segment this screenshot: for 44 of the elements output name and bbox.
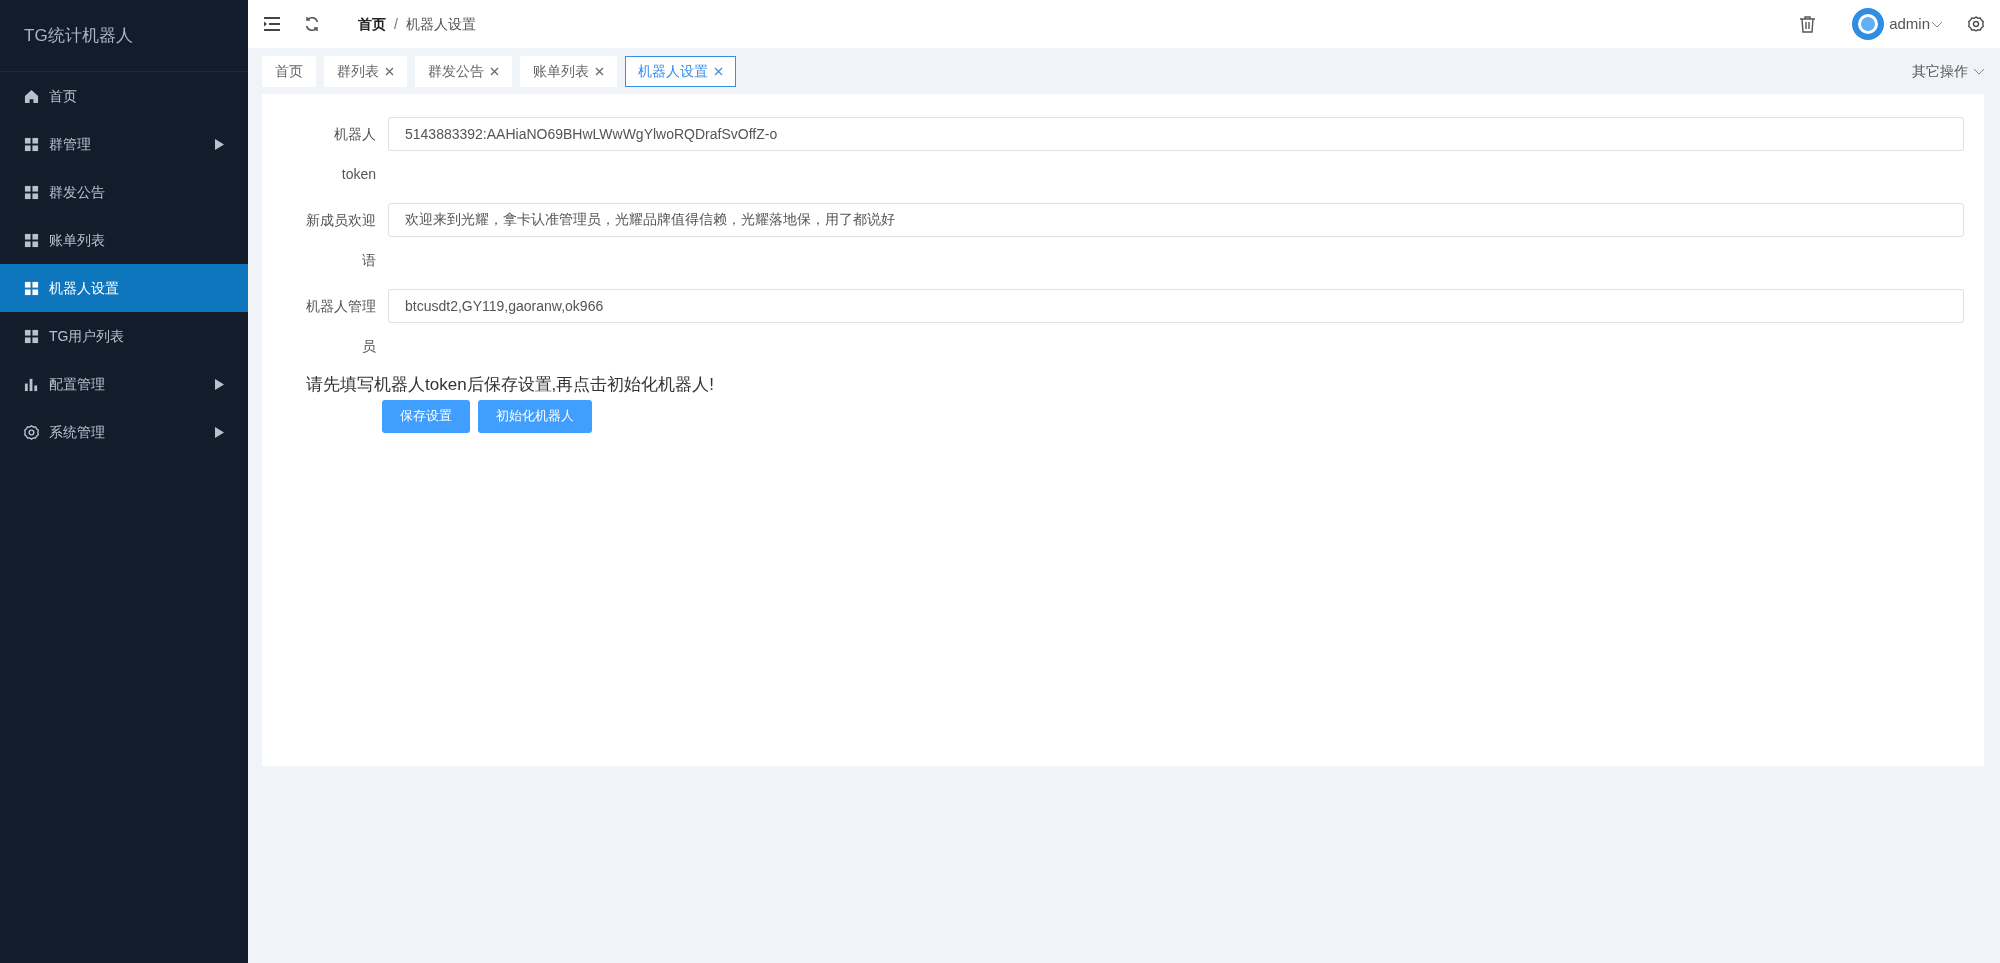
sidebar-item[interactable]: 群发公告 xyxy=(0,168,248,216)
sidebar-item[interactable]: 系统管理 xyxy=(0,408,248,456)
sidebar-item[interactable]: 机器人设置 xyxy=(0,264,248,312)
grid-icon xyxy=(24,328,39,344)
bar-chart-icon xyxy=(24,376,39,392)
settings-icon xyxy=(24,424,39,440)
page-tab[interactable]: 机器人设置 xyxy=(625,55,736,87)
page-tab[interactable]: 首页 xyxy=(262,55,316,87)
field-label: 机器人管理员 xyxy=(305,297,377,356)
settings-icon[interactable] xyxy=(1968,16,1984,32)
close-icon[interactable] xyxy=(385,66,394,76)
close-icon[interactable] xyxy=(714,66,723,76)
page-tab[interactable]: 账单列表 xyxy=(520,55,617,87)
chevron-down-icon xyxy=(1974,68,1984,75)
page-tab[interactable]: 群发公告 xyxy=(415,55,512,87)
breadcrumb-separator: / xyxy=(394,14,398,34)
trash-icon[interactable] xyxy=(1800,15,1816,33)
chevron-down-icon xyxy=(1932,21,1942,28)
grid-icon xyxy=(24,280,39,296)
sidebar-item[interactable]: TG用户列表 xyxy=(0,312,248,360)
breadcrumb-current: 机器人设置 xyxy=(405,14,476,34)
close-icon[interactable] xyxy=(490,66,499,76)
notice-text: 请先填写机器人token后保存设置,再点击初始化机器人! xyxy=(305,374,716,396)
grid-icon xyxy=(24,136,39,152)
user-menu[interactable]: admin xyxy=(1889,12,1942,36)
home-icon xyxy=(24,88,39,104)
input-field[interactable]: 欢迎来到光耀，拿卡认准管理员，光耀品牌值得信赖，光耀落地保，用了都说好 xyxy=(388,203,1964,237)
grid-icon xyxy=(24,184,39,200)
avatar-icon xyxy=(1851,7,1886,41)
more-actions-dropdown[interactable]: 其它操作 xyxy=(1912,60,1984,82)
menu-icon[interactable] xyxy=(264,17,280,31)
input-field[interactable]: btcusdt2,GY119,gaoranw,ok966 xyxy=(388,289,1964,323)
sidebar-item[interactable]: 群管理 xyxy=(0,120,248,168)
close-icon[interactable] xyxy=(595,66,604,76)
grid-icon xyxy=(24,232,39,248)
sidebar-item[interactable]: 首页 xyxy=(0,72,248,120)
field-label: 新成员欢迎语 xyxy=(305,211,377,270)
field-label: 机器人token xyxy=(333,125,377,184)
breadcrumb-link[interactable]: 首页 xyxy=(358,13,386,35)
sidebar-item[interactable]: 配置管理 xyxy=(0,360,248,408)
page-tab[interactable]: 群列表 xyxy=(324,55,407,87)
refresh-icon[interactable] xyxy=(304,16,320,32)
input-field[interactable]: 5143883392:AAHiaNO69BHwLWwWgYlwoRQDrafSvOffZ-o xyxy=(388,117,1964,151)
sidebar-item[interactable]: 账单列表 xyxy=(0,216,248,264)
